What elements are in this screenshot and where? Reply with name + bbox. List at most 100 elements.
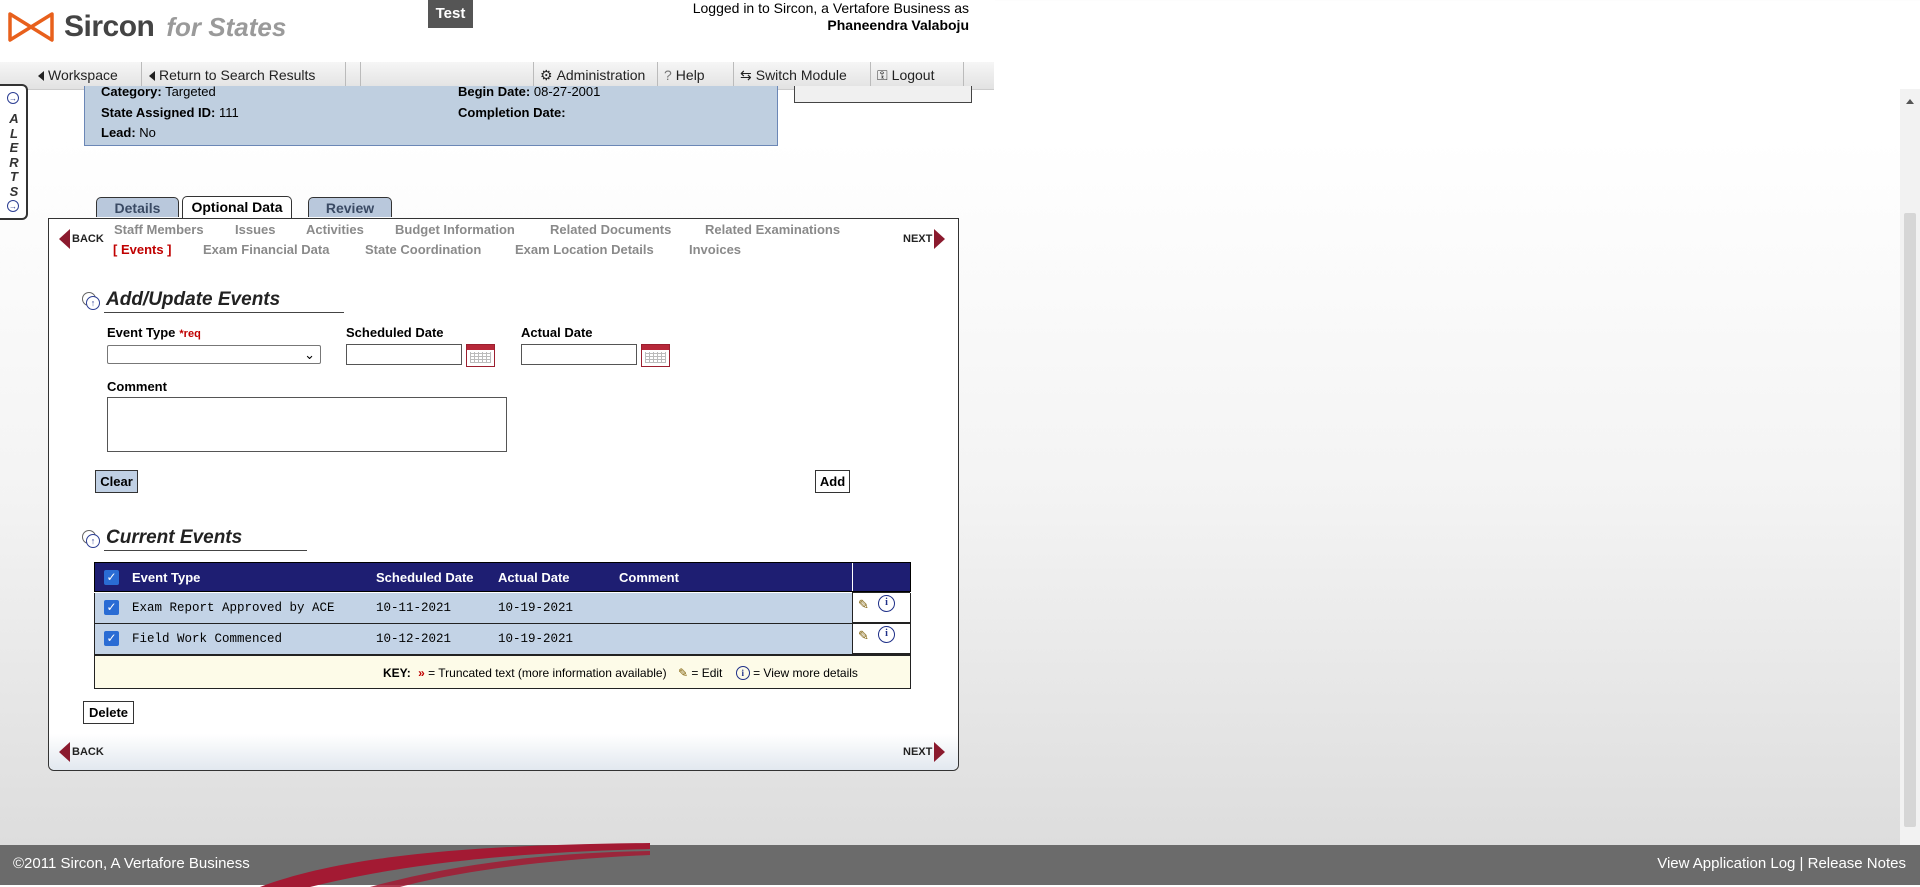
scheduled-date-input[interactable] <box>346 344 462 365</box>
return-label: Return to Search Results <box>159 67 316 83</box>
state-id-row: State Assigned ID: 111 <box>101 105 239 120</box>
clear-button[interactable]: Clear <box>95 470 138 493</box>
table-key-legend: KEY: » = Truncated text (more informatio… <box>94 655 911 689</box>
logout-link[interactable]: ⚿ Logout <box>871 62 964 89</box>
help-link[interactable]: ? Help <box>658 62 734 89</box>
current-events-title: Current Events <box>106 527 243 548</box>
event-type-select[interactable]: ⌄ <box>107 345 321 364</box>
edit-pencil-icon[interactable]: ✎ <box>858 598 872 613</box>
collapse-section-icon[interactable]: ↑ <box>86 296 100 310</box>
required-marker: *req <box>179 328 201 340</box>
actual-date-input[interactable] <box>521 344 637 365</box>
select-all-checkbox[interactable]: ✓ <box>104 570 119 585</box>
key-view-text: = View more details <box>753 666 858 680</box>
key-truncated-text: = Truncated text (more information avail… <box>428 666 667 680</box>
login-user: Phaneendra Valaboju <box>827 17 969 33</box>
begin-date-row: Begin Date: 08-27-2001 <box>458 84 600 99</box>
subnav-events-current: [ Events ] <box>113 242 172 257</box>
tab-optional-data[interactable]: Optional Data <box>182 196 292 218</box>
delete-button[interactable]: Delete <box>83 701 134 724</box>
edit-pencil-icon: ✎ <box>677 666 689 680</box>
section-underline <box>104 550 307 551</box>
page-scrollbar[interactable] <box>1900 89 1920 845</box>
table-header: ✓ Event Type Scheduled Date Actual Date … <box>94 562 911 592</box>
back-label: BACK <box>72 233 104 245</box>
back-button-top[interactable]: BACK <box>59 229 104 249</box>
truncated-icon: » <box>418 666 425 680</box>
alerts-letter: A <box>9 111 19 126</box>
add-update-events-title: Add/Update Events <box>106 289 281 310</box>
cell-event-type: Field Work Commenced <box>132 632 283 646</box>
back-arrow-icon <box>59 742 70 762</box>
begin-date-value: 08-27-2001 <box>533 84 601 99</box>
begin-date-label: Begin Date: <box>458 84 531 99</box>
brand-subtitle: for States <box>166 11 287 42</box>
back-arrow-icon <box>59 229 70 249</box>
sircon-logo-icon <box>8 12 54 42</box>
event-type-label-text: Event Type <box>107 325 176 340</box>
add-button[interactable]: Add <box>815 470 850 493</box>
column-header-comment[interactable]: Comment <box>619 570 679 585</box>
footer-copyright: ©2011 Sircon, A Vertafore Business <box>13 855 250 872</box>
next-button-bottom[interactable]: NEXT <box>903 742 946 762</box>
subnav-issues[interactable]: Issues <box>235 222 275 237</box>
column-header-actual-date[interactable]: Actual Date <box>498 570 570 585</box>
back-button-bottom[interactable]: BACK <box>59 742 104 762</box>
scheduled-calendar-icon[interactable] <box>466 344 495 367</box>
switch-module-link[interactable]: ⇆ Switch Module <box>734 62 871 89</box>
lead-value: No <box>139 125 156 140</box>
key-edit-text: = Edit <box>691 666 723 680</box>
chevron-down-icon: ⌄ <box>304 347 315 362</box>
tab-details[interactable]: Details <box>96 197 179 217</box>
subnav-related-examinations[interactable]: Related Examinations <box>705 222 840 237</box>
tab-review[interactable]: Review <box>308 197 392 217</box>
cell-event-type: Exam Report Approved by ACE <box>132 601 335 615</box>
app-header: Sircon for States Test Logged in to Sirc… <box>0 0 995 62</box>
alerts-expand-icon[interactable]: → <box>7 92 19 104</box>
row-checkbox[interactable]: ✓ <box>104 600 119 615</box>
subnav-exam-financial-data[interactable]: Exam Financial Data <box>203 242 329 257</box>
alerts-side-tab[interactable]: → A L E R T S → <box>0 84 28 220</box>
subnav-state-coordination[interactable]: State Coordination <box>365 242 481 257</box>
next-button-top[interactable]: NEXT <box>903 229 946 249</box>
comment-textarea[interactable] <box>107 397 507 452</box>
subnav-activities[interactable]: Activities <box>306 222 364 237</box>
actual-calendar-icon[interactable] <box>641 344 670 367</box>
table-row: ✓ Exam Report Approved by ACE 10-11-2021… <box>94 592 911 624</box>
comment-label: Comment <box>107 379 167 394</box>
edit-pencil-icon[interactable]: ✎ <box>858 629 872 644</box>
environment-badge: Test <box>428 0 473 28</box>
back-arrow-icon <box>38 71 44 81</box>
printable-version-button[interactable] <box>794 86 972 103</box>
alerts-letter: R <box>9 154 19 170</box>
row-actions: ✎ i <box>852 623 910 654</box>
page-footer: ©2011 Sircon, A Vertafore Business View … <box>0 843 1920 887</box>
view-details-icon[interactable]: i <box>878 595 895 612</box>
workspace-label: Workspace <box>48 67 118 83</box>
login-text: Logged in to Sircon, a Vertafore Busines… <box>692 0 969 16</box>
footer-links[interactable]: View Application Log | Release Notes <box>1657 855 1906 872</box>
scroll-up-arrow-icon[interactable] <box>1906 99 1914 104</box>
alerts-expand-icon[interactable]: → <box>7 200 19 212</box>
subnav-exam-location-details[interactable]: Exam Location Details <box>515 242 654 257</box>
cell-actual-date: 10-19-2021 <box>498 601 574 615</box>
exam-summary-box: Category: Targeted State Assigned ID: 11… <box>84 84 778 146</box>
subnav-budget-information[interactable]: Budget Information <box>395 222 515 237</box>
collapse-section-icon[interactable]: ↑ <box>86 534 100 548</box>
column-header-event-type[interactable]: Event Type <box>132 570 200 585</box>
next-label: NEXT <box>903 746 933 758</box>
subnav-invoices[interactable]: Invoices <box>689 242 741 257</box>
actual-date-label: Actual Date <box>521 325 593 340</box>
row-actions: ✎ i <box>852 592 910 623</box>
state-id-value: 111 <box>219 105 239 120</box>
view-details-icon[interactable]: i <box>878 626 895 643</box>
next-arrow-icon <box>934 742 946 762</box>
panel-footer <box>49 734 958 770</box>
administration-label: Administration <box>556 67 646 83</box>
row-checkbox[interactable]: ✓ <box>104 631 119 646</box>
subnav-staff-members[interactable]: Staff Members <box>114 222 204 237</box>
column-header-scheduled-date[interactable]: Scheduled Date <box>376 570 474 585</box>
scrollbar-thumb[interactable] <box>1904 213 1916 827</box>
lead-row: Lead: No <box>101 125 156 140</box>
subnav-related-documents[interactable]: Related Documents <box>550 222 671 237</box>
